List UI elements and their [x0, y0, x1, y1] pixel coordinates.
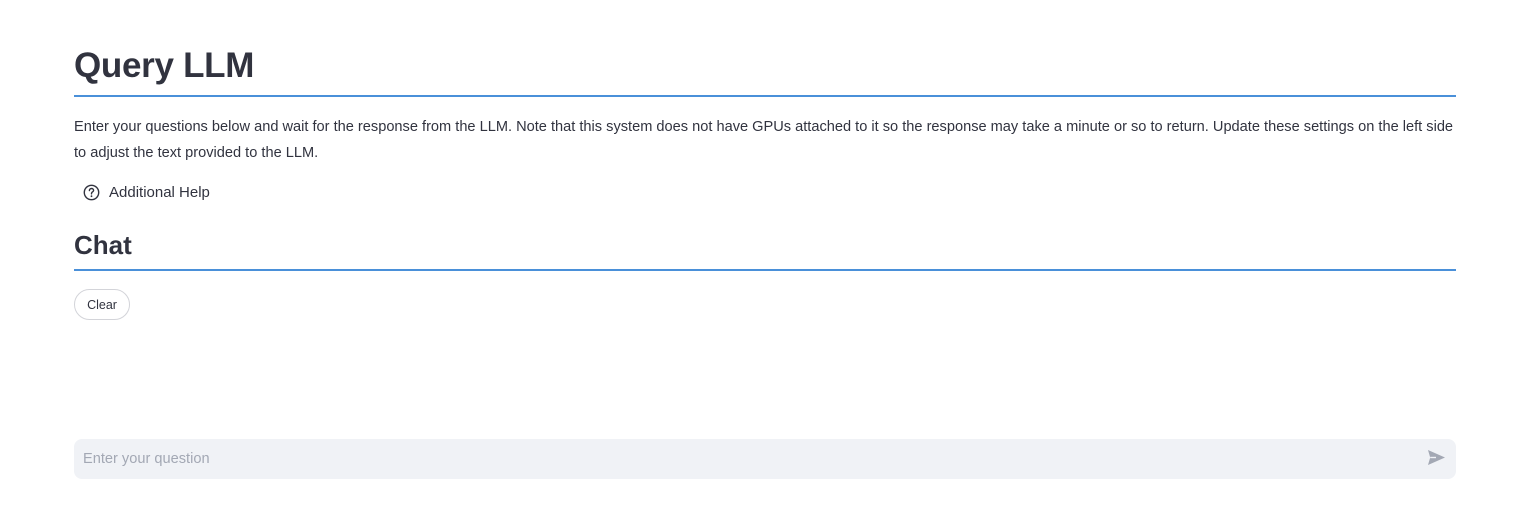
clear-button[interactable]: Clear [74, 289, 130, 320]
chat-divider [74, 269, 1456, 271]
send-button[interactable] [1416, 439, 1456, 479]
additional-help-label: Additional Help [109, 183, 210, 201]
title-divider [74, 95, 1456, 97]
additional-help-expander[interactable]: Additional Help [83, 180, 210, 204]
chat-section-title: Chat [74, 230, 132, 260]
send-icon [1427, 449, 1446, 469]
page-title: Query LLM [74, 46, 255, 85]
chat-input[interactable] [74, 440, 1416, 478]
app-root: Query LLM Enter your questions below and… [0, 0, 1536, 523]
question-circle-icon [83, 184, 100, 201]
intro-text: Enter your questions below and wait for … [74, 119, 1454, 161]
chat-input-container [74, 439, 1456, 479]
